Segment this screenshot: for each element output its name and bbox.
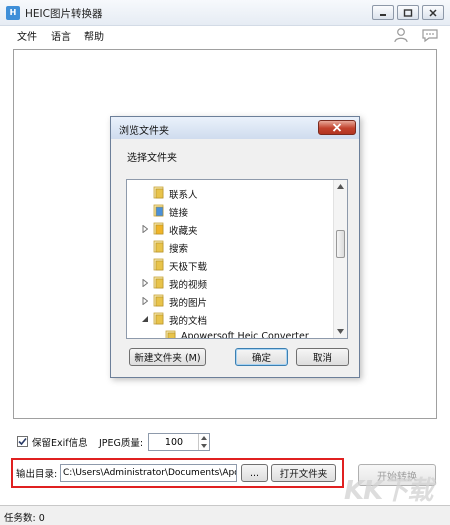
scroll-thumb[interactable]	[336, 230, 345, 258]
dialog-title-bar: 浏览文件夹	[111, 117, 359, 139]
tree-item[interactable]: 我的视频	[127, 274, 332, 292]
dialog-title: 浏览文件夹	[119, 126, 169, 137]
tree-item-label: 搜索	[169, 244, 189, 255]
tree-item[interactable]: 搜索	[127, 238, 332, 256]
tree-item[interactable]: 我的图片	[127, 292, 332, 310]
tree-scrollbar[interactable]	[333, 180, 347, 338]
tree-item[interactable]: 天极下载	[127, 256, 332, 274]
minimize-button[interactable]	[372, 5, 394, 20]
expand-arrow-icon[interactable]	[142, 225, 148, 233]
jpeg-quality-label: JPEG质量:	[99, 438, 144, 449]
start-convert-button[interactable]: 开始转换	[358, 464, 436, 486]
dialog-close-button[interactable]	[318, 120, 356, 135]
new-folder-button[interactable]: 新建文件夹 (M)	[129, 348, 206, 366]
title-bar: H HEIC图片转换器	[0, 0, 450, 26]
tree-item[interactable]: 联系人	[127, 184, 332, 202]
cancel-button[interactable]: 取消	[296, 348, 349, 366]
expand-arrow-icon[interactable]	[142, 297, 148, 305]
app-icon: H	[6, 6, 20, 20]
close-icon	[332, 123, 342, 132]
menu-help[interactable]: 帮助	[84, 28, 104, 43]
checkmark-icon	[18, 437, 27, 446]
stepper-buttons	[198, 434, 209, 450]
ok-button[interactable]: 确定	[235, 348, 288, 366]
jpeg-quality-stepper[interactable]	[148, 433, 210, 451]
folder-icon	[165, 330, 176, 338]
tree-item-label: 收藏夹	[169, 226, 198, 237]
output-path-input[interactable]	[61, 465, 236, 481]
tree-item[interactable]: Apowersoft Heic Converter	[127, 328, 332, 339]
dialog-prompt: 选择文件夹	[127, 153, 177, 164]
tree-item[interactable]: 收藏夹	[127, 220, 332, 238]
feedback-chat-icon[interactable]	[421, 28, 439, 46]
expanded-arrow-icon[interactable]	[142, 315, 148, 323]
window-title: HEIC图片转换器	[25, 8, 103, 20]
output-path-field[interactable]	[60, 464, 237, 482]
keep-exif-checkbox[interactable]	[17, 436, 28, 447]
tree-item[interactable]: 链接	[127, 202, 332, 220]
expand-arrow-icon[interactable]	[142, 279, 148, 287]
tree-item-label: 我的图片	[169, 298, 208, 309]
browse-button[interactable]: ...	[241, 464, 268, 482]
scroll-down-button[interactable]	[334, 325, 347, 338]
links-folder-icon	[153, 204, 164, 217]
menu-file[interactable]: 文件	[17, 28, 37, 43]
tree-item-label: 我的文档	[169, 316, 208, 327]
tree-item[interactable]: 我的文档	[127, 310, 332, 328]
open-folder-button[interactable]: 打开文件夹	[271, 464, 336, 482]
maximize-icon	[403, 8, 413, 17]
close-icon	[429, 8, 437, 17]
tree-item-label: 天极下载	[169, 262, 208, 273]
folder-icon	[153, 258, 164, 271]
output-directory-label: 输出目录:	[16, 469, 58, 480]
chevron-up-icon	[201, 436, 207, 440]
pictures-folder-icon	[153, 294, 164, 307]
jpeg-quality-input[interactable]	[149, 434, 199, 450]
favorites-folder-icon	[153, 222, 164, 235]
keep-exif-label: 保留Exif信息	[32, 438, 88, 449]
contacts-folder-icon	[153, 186, 164, 199]
documents-folder-icon	[153, 312, 164, 325]
minimize-icon	[380, 13, 386, 16]
chevron-up-icon	[337, 184, 344, 189]
maximize-button[interactable]	[397, 5, 419, 20]
browse-folder-dialog: 浏览文件夹 选择文件夹 联系人链接收藏夹搜索天极下载我的视频我的图片我的文档 Ap…	[110, 116, 360, 378]
tree-item-label: Apowersoft Heic Converter	[181, 331, 309, 339]
close-button[interactable]	[422, 5, 444, 20]
chevron-down-icon	[337, 329, 344, 334]
tree-item-label: 链接	[169, 208, 189, 219]
window-controls	[372, 5, 444, 20]
videos-folder-icon	[153, 276, 164, 289]
menu-bar: 文件 语言 帮助	[0, 26, 450, 46]
chevron-down-icon	[201, 444, 207, 448]
scroll-up-button[interactable]	[334, 180, 347, 193]
user-account-icon[interactable]	[393, 27, 409, 46]
status-bar: 任务数: 0	[0, 505, 450, 525]
tree-item-label: 联系人	[169, 190, 198, 201]
tree-item-label: 我的视频	[169, 280, 208, 291]
menu-language[interactable]: 语言	[51, 28, 71, 43]
task-count: 任务数: 0	[4, 513, 45, 524]
folder-tree[interactable]: 联系人链接收藏夹搜索天极下载我的视频我的图片我的文档 Apowersoft Hei…	[126, 179, 348, 339]
stepper-down-button[interactable]	[199, 442, 209, 450]
search-folder-icon	[153, 240, 164, 253]
stepper-up-button[interactable]	[199, 434, 209, 442]
